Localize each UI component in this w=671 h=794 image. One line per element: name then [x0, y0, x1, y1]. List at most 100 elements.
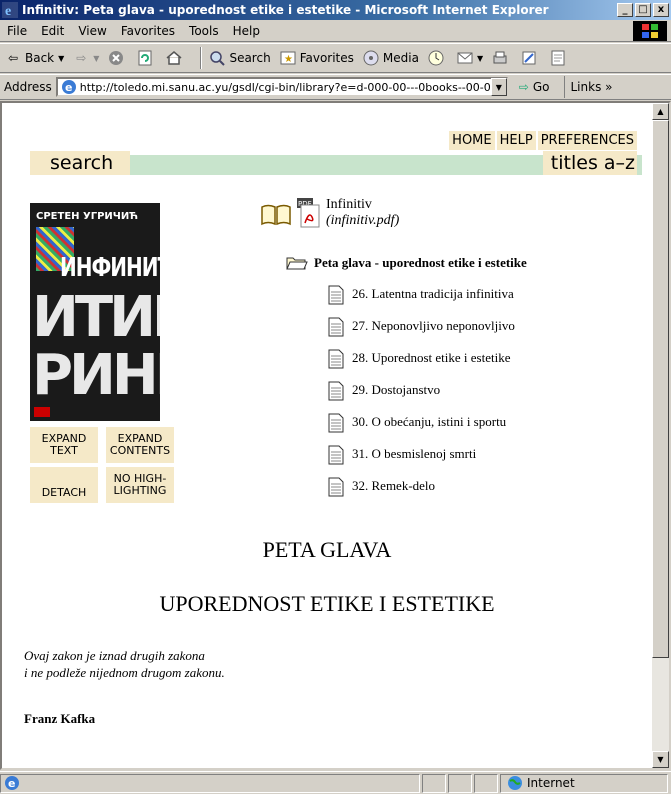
titles-tab[interactable]: titles a–z [543, 151, 637, 175]
mail-button[interactable]: ▼ [456, 49, 483, 67]
status-text-area: e [0, 773, 420, 793]
status-cell [448, 773, 472, 793]
nav-home[interactable]: HOME [449, 131, 495, 150]
links-button[interactable]: Links » [563, 76, 612, 98]
maximize-button[interactable]: □ [635, 3, 651, 17]
section-link[interactable]: 26. Latentna tradicija infinitiva [352, 286, 514, 302]
menu-tools[interactable]: Tools [182, 24, 226, 38]
go-button[interactable]: ⇨ Go [519, 80, 550, 94]
go-arrow-icon: ⇨ [518, 80, 529, 94]
back-dropdown-icon[interactable]: ▼ [58, 54, 64, 63]
windows-logo-icon [633, 21, 667, 41]
book-cover-image: СРЕТЕН УГРИЧИЋ ИНФИНИТИВ ИТИВ РИНИ [30, 203, 160, 421]
print-button[interactable] [491, 49, 512, 67]
epigraph-line: Ovaj zakon je iznad drugih zakona [24, 648, 205, 663]
history-icon [428, 50, 444, 66]
media-button[interactable]: Media [362, 49, 419, 67]
document-page-icon[interactable] [328, 413, 344, 433]
back-label: Back [25, 51, 55, 65]
menu-help[interactable]: Help [226, 24, 267, 38]
history-button[interactable] [427, 49, 448, 67]
home-button[interactable] [165, 49, 186, 67]
favorites-button[interactable]: ★ Favorites [279, 49, 354, 67]
address-url: http://toledo.mi.sanu.ac.yu/gsdl/cgi-bin… [79, 80, 508, 94]
media-icon [363, 50, 379, 66]
section-row: 30. O obećanju, istini i sportu [328, 413, 506, 433]
section-link[interactable]: 28. Uporednost etike i estetike [352, 350, 511, 366]
forward-button[interactable]: ⇨ ▼ [72, 49, 99, 67]
nav-preferences[interactable]: PREFERENCES [537, 131, 637, 150]
standard-toolbar: ⇦ Back ▼ ⇨ ▼ Search ★ Favorites Media ▼ [0, 43, 671, 73]
document-row: PDF Infinitiv (infinitiv.pdf) [260, 197, 399, 229]
mail-dropdown-icon[interactable]: ▼ [477, 54, 483, 63]
expand-contents-button[interactable]: EXPAND CONTENTS [106, 427, 174, 463]
refresh-button[interactable] [136, 49, 157, 67]
section-link[interactable]: 32. Remek-delo [352, 478, 435, 494]
minimize-button[interactable]: _ [617, 3, 633, 17]
menu-favorites[interactable]: Favorites [114, 24, 182, 38]
back-button[interactable]: ⇦ Back ▼ [4, 49, 64, 67]
home-icon [166, 51, 182, 65]
page-viewport: HOME HELP PREFERENCES search titles a–z … [0, 101, 671, 770]
section-link[interactable]: 30. O obećanju, istini i sportu [352, 414, 506, 430]
scroll-up-icon[interactable]: ▲ [652, 103, 669, 120]
document-page-icon[interactable] [328, 317, 344, 337]
section-row: 27. Neponovljivo neponovljivo [328, 317, 515, 337]
greenstone-nav: HOME HELP PREFERENCES [447, 131, 637, 150]
document-page-icon[interactable] [328, 349, 344, 369]
menu-view[interactable]: View [71, 24, 113, 38]
section-row: 32. Remek-delo [328, 477, 435, 497]
detach-button[interactable]: DETACH [30, 467, 98, 503]
edit-button[interactable] [520, 49, 541, 67]
document-page-icon[interactable] [328, 381, 344, 401]
no-highlighting-button[interactable]: NO HIGH- LIGHTING [106, 467, 174, 503]
menu-file[interactable]: File [0, 24, 34, 38]
document-page-icon[interactable] [328, 285, 344, 305]
refresh-icon [138, 50, 152, 66]
search-tab[interactable]: search [30, 151, 130, 175]
stop-button[interactable] [107, 49, 128, 67]
page-icon: e [61, 80, 76, 94]
svg-text:★: ★ [284, 54, 293, 65]
forward-dropdown-icon[interactable]: ▼ [93, 54, 99, 63]
window-title-bar: e Infinitiv: Peta glava - uporednost eti… [0, 0, 671, 20]
address-dropdown-icon[interactable]: ▼ [490, 78, 507, 96]
mail-icon [457, 52, 473, 64]
scroll-down-icon[interactable]: ▼ [652, 751, 669, 768]
address-input[interactable]: e http://toledo.mi.sanu.ac.yu/gsdl/cgi-b… [55, 77, 508, 97]
page-status-icon: e [5, 776, 19, 790]
close-button[interactable]: x [653, 3, 669, 17]
section-link[interactable]: 27. Neponovljivo neponovljivo [352, 318, 515, 334]
expand-text-button[interactable]: EXPAND TEXT [30, 427, 98, 463]
section-row: 31. O besmislenoj smrti [328, 445, 476, 465]
internet-globe-icon [508, 776, 522, 790]
menu-edit[interactable]: Edit [34, 24, 71, 38]
internet-explorer-icon: e [2, 2, 18, 18]
print-icon [493, 51, 507, 64]
nav-help[interactable]: HELP [496, 131, 536, 150]
address-label: Address [4, 80, 52, 94]
security-zone: Internet [500, 773, 668, 793]
discuss-button[interactable] [549, 49, 570, 67]
vertical-scrollbar[interactable]: ▲ ▼ [652, 103, 669, 768]
search-button[interactable]: Search [208, 49, 271, 67]
open-book-icon[interactable] [260, 203, 292, 227]
svg-text:e: e [5, 4, 11, 18]
pdf-icon[interactable]: PDF [296, 197, 322, 229]
open-folder-icon[interactable] [286, 255, 308, 271]
document-title[interactable]: Infinitiv [326, 197, 399, 213]
document-page-icon[interactable] [328, 477, 344, 497]
svg-text:e: e [8, 777, 15, 790]
cover-title-big: ИТИВ РИНИ [32, 285, 160, 408]
zone-label: Internet [527, 776, 575, 790]
document-filename[interactable]: (infinitiv.pdf) [326, 213, 399, 229]
search-icon [210, 51, 226, 66]
section-link[interactable]: 31. O besmislenoj smrti [352, 446, 476, 462]
scroll-thumb[interactable] [652, 120, 669, 658]
document-page-icon[interactable] [328, 445, 344, 465]
section-link[interactable]: 29. Dostojanstvo [352, 382, 440, 398]
cover-title-small: ИНФИНИТИВ [60, 251, 160, 283]
back-arrow-icon: ⇦ [7, 51, 19, 65]
favorites-label: Favorites [299, 51, 354, 65]
forward-arrow-icon: ⇨ [76, 51, 87, 65]
